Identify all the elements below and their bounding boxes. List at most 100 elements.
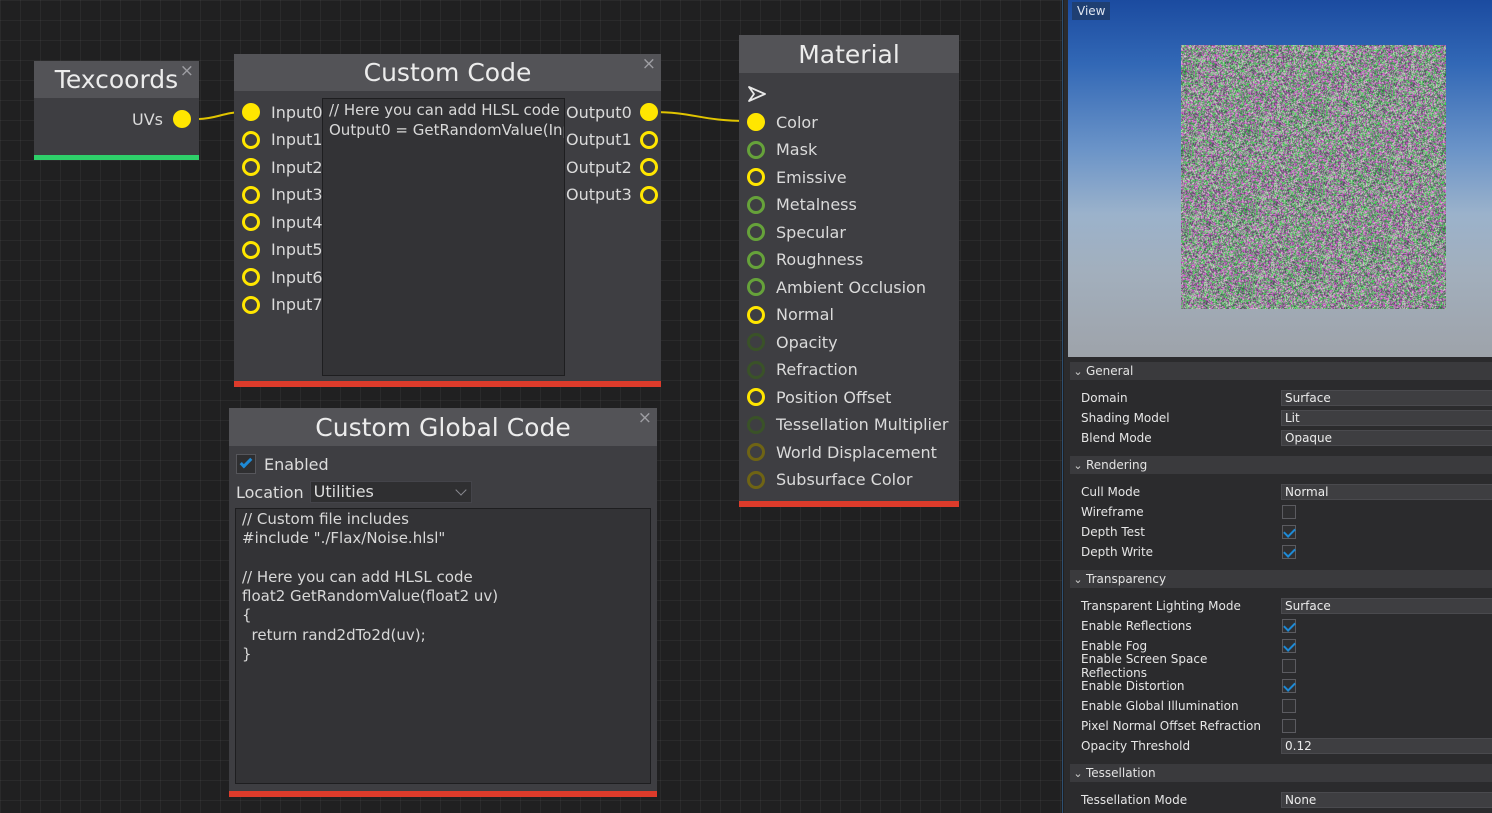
input-pin[interactable] — [747, 168, 765, 186]
input-pin[interactable] — [747, 388, 765, 406]
global-code-editor[interactable]: // Custom file includes #include "./Flax… — [235, 508, 651, 784]
node-footer-bar — [739, 501, 959, 507]
output-port-uvs[interactable]: UVs — [132, 108, 191, 130]
material-input-port-0[interactable]: Color — [747, 111, 818, 133]
tessellation-mode-dropdown[interactable]: None — [1281, 792, 1492, 808]
depth-write-checkbox[interactable] — [1282, 545, 1296, 559]
input-port-2[interactable]: Input2 — [242, 156, 323, 178]
section-transparency[interactable]: ⌄ Transparency — [1070, 570, 1492, 588]
input-pin[interactable] — [747, 113, 765, 131]
material-input-port-7[interactable]: Normal — [747, 304, 834, 326]
material-node-header[interactable]: Material — [739, 35, 959, 73]
section-rendering[interactable]: ⌄ Rendering — [1070, 456, 1492, 474]
output-pin[interactable] — [173, 110, 191, 128]
material-preview-viewport[interactable]: View — [1068, 0, 1492, 357]
output-port-0[interactable]: Output0 — [566, 101, 658, 123]
input-port-6[interactable]: Input6 — [242, 266, 323, 288]
custom-global-code-node[interactable]: Custom Global Code × Enabled Location Ut… — [229, 408, 657, 797]
output-port-3[interactable]: Output3 — [566, 184, 658, 206]
material-input-port-5[interactable]: Roughness — [747, 249, 863, 271]
custom-code-node-header[interactable]: Custom Code × — [234, 54, 661, 91]
close-icon[interactable]: × — [638, 408, 652, 428]
material-input-port-9[interactable]: Refraction — [747, 359, 858, 381]
section-title: Tessellation — [1086, 766, 1156, 780]
material-input-port-10[interactable]: Position Offset — [747, 386, 891, 408]
input-pin[interactable] — [747, 195, 765, 214]
material-input-port-11[interactable]: Tessellation Multiplier — [747, 414, 948, 436]
input-pin[interactable] — [242, 130, 260, 149]
material-input-port-12[interactable]: World Displacement — [747, 441, 937, 463]
input-pin[interactable] — [242, 240, 260, 259]
input-pin[interactable] — [747, 223, 765, 241]
input-pin[interactable] — [747, 305, 765, 324]
input-pin[interactable] — [747, 443, 765, 461]
texcoords-node[interactable]: Texcoords × UVs — [34, 61, 199, 160]
input-pin[interactable] — [747, 360, 765, 379]
depth-test-checkbox[interactable] — [1282, 525, 1296, 539]
input-pin[interactable] — [747, 333, 765, 351]
input-pin[interactable] — [747, 278, 765, 296]
opacity-threshold-input[interactable]: 0.12 — [1281, 738, 1492, 754]
lighting-mode-dropdown[interactable]: Surface — [1281, 598, 1492, 614]
input-port-5[interactable]: Input5 — [242, 239, 323, 261]
node-graph-canvas[interactable]: Texcoords × UVs Custom Code × Input0 Inpu… — [0, 0, 1063, 813]
custom-global-code-node-header[interactable]: Custom Global Code × — [229, 408, 657, 446]
material-input-port-8[interactable]: Opacity — [747, 331, 838, 353]
fog-checkbox[interactable] — [1282, 639, 1296, 653]
material-input-port-1[interactable]: Mask — [747, 139, 817, 161]
output-pin[interactable] — [639, 185, 658, 204]
pnor-checkbox[interactable] — [1282, 719, 1296, 733]
input-port-3[interactable]: Input3 — [242, 184, 323, 206]
distortion-checkbox[interactable] — [1282, 679, 1296, 693]
close-icon[interactable]: × — [642, 54, 656, 74]
output-pin[interactable] — [639, 158, 658, 176]
section-tessellation[interactable]: ⌄ Tessellation — [1070, 764, 1492, 782]
ssr-checkbox[interactable] — [1282, 659, 1296, 673]
reflections-checkbox[interactable] — [1282, 619, 1296, 633]
code-editor[interactable]: // Here you can add HLSL code Output0 = … — [322, 98, 565, 376]
output-pin[interactable] — [639, 130, 658, 149]
prop-enable-distortion: Enable Distortion — [1081, 676, 1492, 696]
material-input-port-4[interactable]: Specular — [747, 221, 846, 243]
input-port-4[interactable]: Input4 — [242, 211, 323, 233]
input-port-7[interactable]: Input7 — [242, 294, 323, 316]
output-pin[interactable] — [639, 103, 658, 121]
input-pin[interactable] — [242, 185, 260, 204]
output-port-2[interactable]: Output2 — [566, 156, 658, 178]
input-pin[interactable] — [747, 415, 765, 434]
material-input-port-3[interactable]: Metalness — [747, 194, 857, 216]
input-pin[interactable] — [747, 140, 765, 159]
input-pin[interactable] — [242, 158, 260, 176]
input-pin[interactable] — [242, 213, 260, 231]
custom-code-node[interactable]: Custom Code × Input0 Input1 Input2 Input3 In… — [234, 54, 661, 387]
texcoords-node-header[interactable]: Texcoords × — [34, 61, 199, 98]
enabled-checkbox[interactable] — [236, 454, 256, 474]
material-input-port-2[interactable]: Emissive — [747, 166, 847, 188]
prop-pixel-normal-offset-refraction: Pixel Normal Offset Refraction — [1081, 716, 1492, 736]
location-dropdown[interactable]: Utilities — [309, 481, 472, 503]
close-icon[interactable]: × — [180, 61, 194, 81]
input-port-1[interactable]: Input1 — [242, 129, 323, 151]
shading-model-dropdown[interactable]: Lit — [1281, 410, 1492, 426]
material-input-port-6[interactable]: Ambient Occlusion — [747, 276, 926, 298]
material-input-port-13[interactable]: Subsurface Color — [747, 469, 912, 491]
input-pin[interactable] — [747, 250, 765, 269]
input-pin[interactable] — [242, 295, 260, 314]
input-pin[interactable] — [242, 103, 260, 121]
blend-mode-dropdown[interactable]: Opaque — [1281, 430, 1492, 446]
input-port-0[interactable]: Input0 — [242, 101, 323, 123]
output-port-1[interactable]: Output1 — [566, 129, 658, 151]
domain-dropdown[interactable]: Surface — [1281, 390, 1492, 406]
chevron-down-icon: ⌄ — [1073, 458, 1083, 472]
input-pin[interactable] — [242, 268, 260, 286]
cull-mode-dropdown[interactable]: Normal — [1281, 484, 1492, 500]
section-general[interactable]: ⌄ General — [1070, 362, 1492, 380]
input-pin[interactable] — [747, 470, 765, 489]
wireframe-checkbox[interactable] — [1282, 505, 1296, 519]
enabled-checkbox-row[interactable]: Enabled — [236, 453, 329, 475]
wire-output0-to-color — [651, 111, 749, 122]
view-menu-button[interactable]: View — [1072, 2, 1111, 20]
material-node[interactable]: Material Color Mask Emissive Metalness Specu… — [739, 35, 959, 507]
output-port-label: Output1 — [566, 130, 632, 149]
gi-checkbox[interactable] — [1282, 699, 1296, 713]
